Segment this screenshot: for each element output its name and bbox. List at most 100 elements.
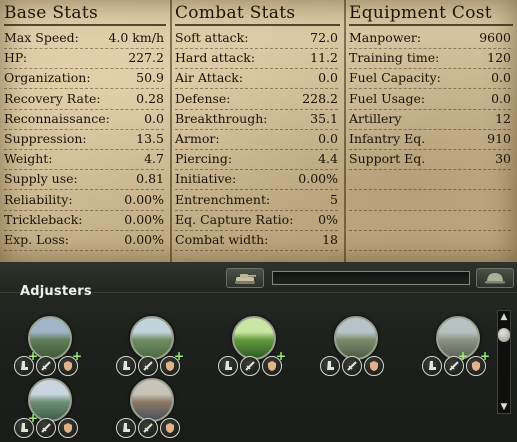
bonus-indicator: + [458, 349, 469, 363]
equipment-cost-row: Fuel Usage: 0.0 [349, 89, 511, 110]
base-stats-row: Organization: 50.9 [4, 68, 164, 90]
attack-modifier-icon: + [444, 350, 468, 376]
bonus-indicator: + [28, 411, 39, 425]
stat-value: 228.2 [302, 90, 338, 106]
stat-value: 13.5 [136, 131, 164, 146]
equipment-cost-row: Support Eq. 30 [349, 149, 511, 171]
adjuster-plains[interactable]: + + [14, 316, 84, 378]
stat-label: Exp. Loss: [4, 232, 69, 247]
stat-label: Trickleback: [4, 211, 83, 227]
stat-label: Piercing: [175, 151, 233, 167]
adjusters-grid: + + + + + + + [0, 310, 492, 442]
urban-terrain-icon [130, 378, 174, 422]
stat-label: Armor: [175, 131, 220, 146]
attack-modifier-icon [36, 418, 56, 438]
defense-modifier-icon: + [466, 350, 490, 376]
stat-label: Organization: [4, 70, 91, 86]
stat-label: Reconnaissance: [4, 110, 110, 126]
modifier-badges: + [116, 350, 188, 378]
adjuster-river[interactable]: + [14, 378, 84, 440]
scrollbar-thumb[interactable] [498, 328, 510, 342]
combat-stats-row: Piercing: 4.4 [175, 149, 338, 171]
scroll-down-arrow-icon[interactable]: ▼ [498, 402, 510, 412]
scroll-up-arrow-icon[interactable]: ▲ [498, 312, 510, 322]
stat-value: 227.2 [128, 50, 164, 66]
stat-value: 0.28 [136, 90, 164, 106]
equipment-cost-row: Infantry Eq. 910 [349, 129, 511, 150]
combat-stats-row: Initiative: 0.00% [175, 169, 338, 191]
equipment-cost-row [349, 210, 511, 231]
base-stats-row: Reconnaissance: 0.0 [4, 109, 164, 130]
adjuster-hills[interactable]: + [116, 316, 186, 378]
stat-value: 0.00% [124, 211, 164, 227]
stat-label: Max Speed: [4, 30, 79, 45]
adjuster-marsh[interactable] [320, 316, 390, 378]
stat-value: 120 [487, 50, 511, 66]
stat-value: 35.1 [310, 110, 338, 126]
movement-modifier-icon [116, 356, 136, 376]
defense-modifier-icon [364, 356, 384, 376]
stat-value: 11.2 [310, 50, 338, 66]
forest-terrain-icon [232, 316, 276, 360]
equipment-cost-column: Equipment Cost Manpower: 9600 Training tim… [345, 0, 517, 262]
stat-value: 5 [330, 191, 338, 207]
base-stats-row: HP: 227.2 [4, 48, 164, 70]
combat-stats-row: Entrenchment: 5 [175, 190, 338, 211]
stat-value: 0.00% [298, 171, 338, 187]
combat-stats-header: Combat Stats [175, 2, 340, 26]
base-stats-row: Suppression: 13.5 [4, 129, 164, 150]
stat-label: Supply use: [4, 171, 78, 187]
helmet-icon [485, 273, 505, 284]
stat-label: Infantry Eq. [349, 131, 426, 146]
stat-label: Suppression: [4, 131, 87, 146]
stat-label: Eq. Capture Ratio: [175, 211, 294, 227]
adjuster-urban[interactable] [116, 378, 186, 440]
stat-label: Manpower: [349, 30, 422, 45]
modifier-badges [320, 356, 392, 378]
base-stats-row: Exp. Loss: 0.00% [4, 230, 164, 251]
bonus-indicator: + [28, 349, 39, 363]
stat-value: 4.0 km/h [108, 30, 164, 45]
stat-label: Entrenchment: [175, 191, 271, 207]
modifier-badges: + + [422, 350, 494, 378]
stat-label: Defense: [175, 90, 231, 106]
stat-label: Support Eq. [349, 151, 426, 167]
movement-modifier-icon [422, 356, 442, 376]
stat-value: 0.0 [318, 70, 338, 86]
adjuster-mountain[interactable]: + + [422, 316, 492, 378]
stat-value: 0.81 [136, 171, 164, 187]
stat-label: Fuel Usage: [349, 90, 426, 106]
stat-label: Recovery Rate: [4, 90, 101, 106]
stat-label: Training time: [349, 50, 440, 66]
stat-label: Fuel Capacity: [349, 70, 441, 86]
modifier-badges: + [14, 412, 86, 440]
stat-value: 0.0 [491, 70, 511, 86]
stat-label: Air Attack: [175, 70, 244, 86]
combat-stats-row: Hard attack: 11.2 [175, 48, 338, 70]
stat-label: Weight: [4, 151, 53, 167]
stat-value: 72.0 [310, 30, 338, 45]
hills-terrain-icon [130, 316, 174, 360]
combat-stats-row: Air Attack: 0.0 [175, 68, 338, 90]
base-stats-row: Weight: 4.7 [4, 149, 164, 171]
stat-value: 4.7 [144, 151, 164, 167]
attack-modifier-icon [240, 356, 260, 376]
modifier-badges: + [218, 350, 290, 378]
stat-label: Reliability: [4, 191, 73, 207]
bonus-indicator: + [174, 349, 185, 363]
stat-value: 4.4 [318, 151, 338, 167]
stat-value: 30 [495, 151, 511, 167]
stat-value: 0.0 [318, 131, 338, 146]
combat-stats-row: Combat width: 18 [175, 230, 338, 251]
equipment-cost-row [349, 169, 511, 191]
defense-modifier-icon: + [160, 350, 184, 376]
stat-value: 0.00% [124, 232, 164, 247]
base-stats-row: Reliability: 0.00% [4, 190, 164, 211]
scrollbar-track[interactable] [497, 310, 511, 414]
tank-tab-button[interactable] [226, 268, 264, 288]
movement-modifier-icon [320, 356, 340, 376]
stat-value: 9600 [479, 30, 511, 45]
attack-modifier-icon [138, 356, 158, 376]
adjuster-forest[interactable]: + [218, 316, 288, 378]
helmet-tab-button[interactable] [476, 268, 514, 288]
